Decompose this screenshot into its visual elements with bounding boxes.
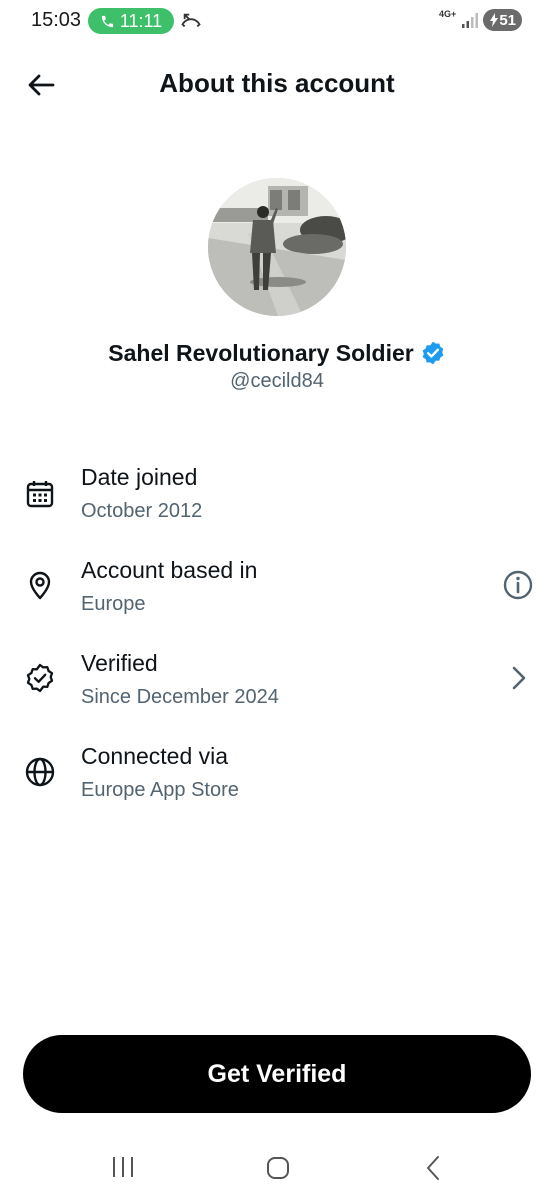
row-subtitle: Europe [81, 593, 146, 615]
row-connected-via: Connected via Europe App Store [0, 741, 554, 821]
charging-icon [490, 13, 498, 27]
recent-apps-icon[interactable] [111, 1155, 135, 1179]
location-pin-icon [29, 571, 51, 600]
row-date-joined: Date joined October 2012 [0, 462, 554, 542]
system-nav-bar [0, 1140, 554, 1200]
row-title: Date joined [81, 464, 198, 490]
ongoing-call-pill[interactable]: 11:11 [88, 8, 174, 34]
profile-name: Sahel Revolutionary Soldier [0, 340, 554, 367]
status-time: 15:03 [31, 9, 82, 31]
verified-badge-icon [26, 663, 54, 693]
profile-name-text: Sahel Revolutionary Soldier [108, 340, 414, 366]
network-type: 4G+ [439, 9, 457, 19]
row-title: Account based in [81, 557, 258, 583]
home-icon[interactable] [265, 1155, 291, 1181]
row-title: Connected via [81, 743, 229, 769]
info-icon[interactable] [502, 569, 534, 601]
phone-icon [101, 15, 113, 27]
profile-handle: @cecild84 [230, 370, 324, 392]
verified-badge-icon[interactable] [420, 340, 446, 366]
row-subtitle: Europe App Store [81, 779, 239, 801]
avatar-photo [208, 178, 346, 316]
row-title: Verified [81, 650, 158, 676]
row-subtitle: October 2012 [81, 500, 203, 522]
globe-icon [25, 757, 55, 787]
call-duration: 11:11 [119, 10, 163, 31]
page-title: About this account [159, 68, 395, 98]
calendar-icon [26, 481, 54, 508]
call-forward-icon [181, 13, 201, 28]
row-verified[interactable]: Verified Since December 2024 [0, 648, 554, 728]
status-bar: 15:03 11:11 4G+ 51 [0, 0, 554, 42]
battery-level: 51 [499, 11, 516, 29]
get-verified-button[interactable]: Get Verified [23, 1035, 531, 1113]
battery-indicator: 51 [483, 9, 522, 31]
row-account-based-in: Account based in Europe [0, 555, 554, 635]
row-subtitle: Since December 2024 [81, 686, 279, 708]
chevron-right-icon[interactable] [502, 662, 534, 694]
profile-avatar[interactable] [208, 178, 346, 316]
signal-icon [462, 13, 478, 28]
system-back-icon[interactable] [423, 1154, 443, 1182]
